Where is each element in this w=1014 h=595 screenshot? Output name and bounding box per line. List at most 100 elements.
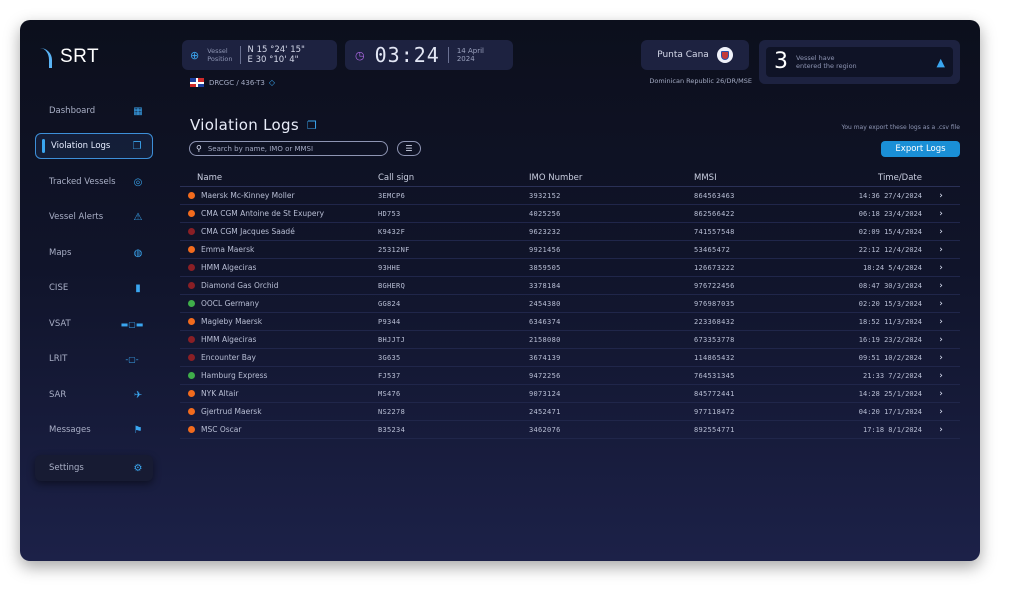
- cell-mmsi: 892554771: [694, 425, 735, 434]
- table-row[interactable]: HMM Algeciras 93HHE 3859505 126673222 18:24 …: [180, 259, 960, 277]
- chevron-right-icon[interactable]: ›: [922, 389, 960, 399]
- location-card[interactable]: Punta Cana: [641, 40, 749, 70]
- position-label: Vessel Position: [207, 47, 232, 63]
- table-row[interactable]: CMA CGM Antoine de St Exupery HD753 402525…: [180, 205, 960, 223]
- table-row[interactable]: Magleby Maersk P9344 6346374 223368432 18:52…: [180, 313, 960, 331]
- chevron-right-icon[interactable]: ›: [922, 299, 960, 309]
- position-label-line-2: Position: [207, 55, 233, 63]
- date-day-month: 14 April: [456, 47, 484, 55]
- chevron-right-icon[interactable]: ›: [922, 227, 960, 237]
- sidebar-item-label: Dashboard: [49, 106, 96, 116]
- sidebar-item-label: Maps: [49, 248, 72, 258]
- cell-name: HMM Algeciras: [180, 335, 378, 344]
- grid-icon: ▦: [133, 105, 143, 117]
- cell-call-sign: B35234: [378, 425, 406, 434]
- plane-icon: ✈: [133, 389, 143, 401]
- sidebar-item-label: Vessel Alerts: [49, 212, 104, 222]
- chevron-right-icon[interactable]: ›: [922, 209, 960, 219]
- sidebar-item-vessel-alerts[interactable]: Vessel Alerts ⚠: [35, 204, 153, 230]
- cell-imo: 9472256: [529, 371, 561, 380]
- search-input[interactable]: [207, 144, 378, 153]
- status-dot: [188, 228, 195, 235]
- table-row[interactable]: NYK Altair MS476 9073124 845772441 14:28 25/…: [180, 385, 960, 403]
- sidebar-item-label: Messages: [49, 425, 91, 435]
- status-dot: [188, 336, 195, 343]
- filter-button[interactable]: ☰: [397, 141, 421, 156]
- vessel-name: Maersk Mc-Kinney Moller: [201, 191, 295, 200]
- satellite-outline-icon: -▢-: [125, 354, 139, 364]
- sidebar-item-cise[interactable]: CISE ▮: [35, 275, 153, 301]
- cell-name: Encounter Bay: [180, 353, 378, 362]
- vessel-name: HMM Algeciras: [201, 263, 257, 272]
- location-icon[interactable]: ◇: [269, 78, 275, 87]
- sidebar-item-lrit[interactable]: LRIT -▢-: [35, 346, 153, 372]
- vessel-name: NYK Altair: [201, 389, 239, 398]
- status-dot: [188, 264, 195, 271]
- cell-imo: 3462076: [529, 425, 561, 434]
- table-row[interactable]: MSC Oscar B35234 3462076 892554771 17:18 8/1…: [180, 421, 960, 439]
- alert-text: Vessel have entered the region: [796, 54, 937, 70]
- column-header-call-sign[interactable]: Call sign: [378, 173, 529, 183]
- table-body: Maersk Mc-Kinney Moller 3EMCP6 3932152 8645…: [180, 187, 960, 439]
- chevron-right-icon[interactable]: ›: [922, 281, 960, 291]
- chevron-right-icon[interactable]: ›: [922, 263, 960, 273]
- chevron-right-icon[interactable]: ›: [922, 353, 960, 363]
- sidebar-item-maps[interactable]: Maps ◍: [35, 240, 153, 266]
- chevron-right-icon[interactable]: ›: [922, 191, 960, 201]
- logo: SRT: [36, 46, 99, 68]
- table-row[interactable]: CMA CGM Jacques Saadé K9432F 9623232 741557…: [180, 223, 960, 241]
- vessel-alert-card[interactable]: 3 Vessel have entered the region ▲: [759, 40, 960, 84]
- alert-text-line-2: entered the region: [796, 62, 857, 70]
- radar-icon: ◎: [133, 176, 143, 188]
- status-dot: [188, 246, 195, 253]
- table-row[interactable]: Encounter Bay 3G635 3674139 114865432 09:51 …: [180, 349, 960, 367]
- table-row[interactable]: OOCL Germany GG824 2454380 976987035 02:20 1…: [180, 295, 960, 313]
- column-header-mmsi[interactable]: MMSI: [694, 173, 824, 183]
- chevron-right-icon[interactable]: ›: [922, 425, 960, 435]
- table-row[interactable]: HMM Algeciras BHJJTJ 2158080 673353778 16:19…: [180, 331, 960, 349]
- cell-time-date: 18:24 5/4/2024: [862, 263, 922, 272]
- cell-name: HMM Algeciras: [180, 263, 378, 272]
- table-row[interactable]: Hamburg Express FJ537 9472256 764531345 21:3…: [180, 367, 960, 385]
- warning-icon: ⚠: [133, 211, 143, 223]
- cell-name: MSC Oscar: [180, 425, 378, 434]
- cell-time-date: 17:18 8/1/2024: [862, 425, 922, 434]
- divider: [447, 47, 449, 63]
- longitude: E 30 °10' 4": [247, 55, 299, 65]
- vessel-code-row: DRCGC / 436-T3 ◇: [190, 78, 275, 87]
- sidebar-item-violation-logs[interactable]: Violation Logs ❐: [35, 133, 153, 159]
- column-header-time-date[interactable]: Time/Date: [824, 173, 922, 183]
- cell-call-sign: GG824: [378, 299, 401, 308]
- gear-icon: ⚙: [133, 462, 143, 474]
- chevron-right-icon[interactable]: ›: [922, 335, 960, 345]
- sidebar-item-settings[interactable]: Settings ⚙: [35, 455, 153, 481]
- sidebar-item-vsat[interactable]: VSAT ▬▢▬: [35, 311, 153, 337]
- sidebar-item-dashboard[interactable]: Dashboard ▦: [35, 98, 153, 124]
- cell-time-date: 22:12 12/4/2024: [858, 245, 922, 254]
- table-row[interactable]: Diamond Gas Orchid BGHERQ 3378184 976722456…: [180, 277, 960, 295]
- export-logs-button[interactable]: Export Logs: [881, 141, 960, 157]
- cell-mmsi: 977118472: [694, 407, 735, 416]
- vessel-name: HMM Algeciras: [201, 335, 257, 344]
- table-row[interactable]: Emma Maersk 25312NF 9921456 53465472 22:12 1…: [180, 241, 960, 259]
- column-header-imo[interactable]: IMO Number: [529, 173, 694, 183]
- cell-name: CMA CGM Antoine de St Exupery: [180, 209, 378, 218]
- chevron-right-icon[interactable]: ›: [922, 245, 960, 255]
- sidebar-item-messages[interactable]: Messages ⚑: [35, 417, 153, 443]
- cell-imo: 3859505: [529, 263, 561, 272]
- copy-icon[interactable]: ❐: [307, 119, 317, 132]
- table-row[interactable]: Gjertrud Maersk NS2278 2452471 977118472 04:…: [180, 403, 960, 421]
- chevron-right-icon[interactable]: ›: [922, 371, 960, 381]
- satellite-icon: ▬▢▬: [120, 319, 144, 329]
- cell-name: Diamond Gas Orchid: [180, 281, 378, 290]
- sidebar-item-tracked-vessels[interactable]: Tracked Vessels ◎: [35, 169, 153, 195]
- table-row[interactable]: Maersk Mc-Kinney Moller 3EMCP6 3932152 8645…: [180, 187, 960, 205]
- chevron-right-icon[interactable]: ›: [922, 407, 960, 417]
- column-header-name[interactable]: Name: [180, 173, 378, 183]
- cell-mmsi: 114865432: [694, 353, 735, 362]
- sidebar-item-sar[interactable]: SAR ✈: [35, 382, 153, 408]
- dominican-flag-icon: [190, 78, 204, 87]
- cell-call-sign: NS2278: [378, 407, 406, 416]
- vessel-name: MSC Oscar: [201, 425, 242, 434]
- chevron-right-icon[interactable]: ›: [922, 317, 960, 327]
